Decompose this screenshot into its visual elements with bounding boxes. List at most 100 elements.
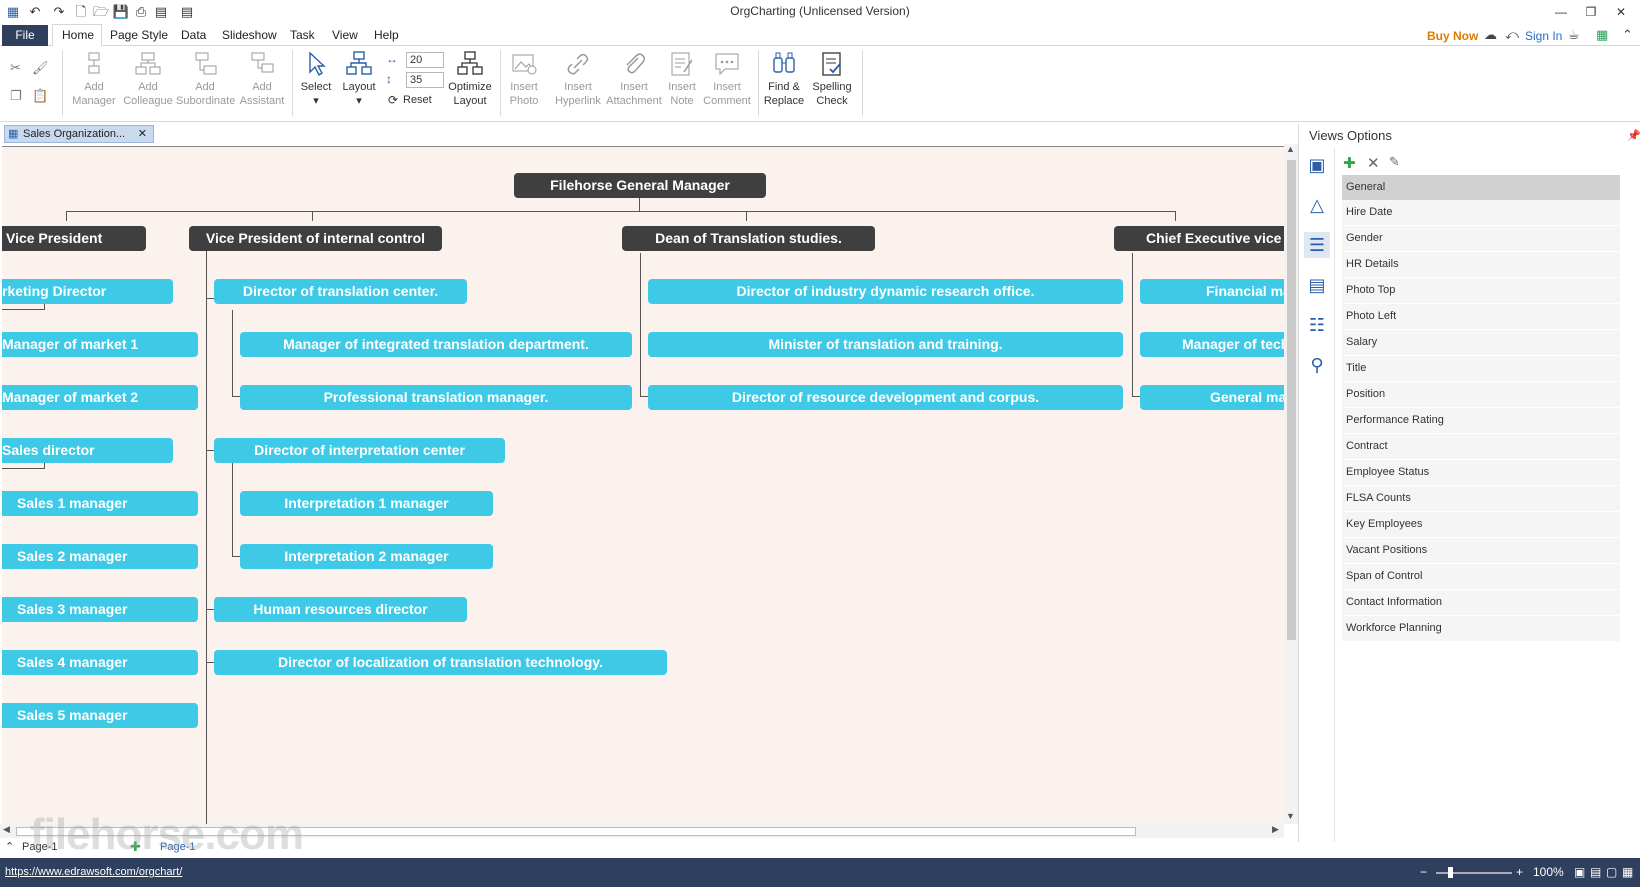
zoom-out-icon[interactable]: − (1420, 865, 1427, 879)
add-view-icon[interactable]: ✚ (1343, 154, 1356, 172)
node-professional-translation-manager[interactable]: Professional translation manager. (240, 385, 632, 410)
views-option-item[interactable]: Span of Control (1342, 564, 1620, 589)
format-painter-icon[interactable]: 🖌 (32, 60, 49, 76)
views-option-item[interactable]: Contract (1342, 434, 1620, 459)
horizontal-spacing-input[interactable]: 20 (406, 52, 444, 68)
menu-home[interactable]: Home (62, 28, 94, 42)
node-dean-translation[interactable]: Dean of Translation studies. (622, 226, 875, 251)
cut-icon[interactable]: ✂ (10, 60, 21, 76)
restore-icon[interactable]: ❐ (1578, 2, 1604, 22)
node-general-manager[interactable]: Filehorse General Manager (514, 173, 766, 198)
find-replace-button[interactable]: Find & Replace (762, 50, 806, 108)
buy-now-link[interactable]: Buy Now (1427, 29, 1478, 43)
grid-view-icon[interactable]: ▦ (1622, 865, 1633, 879)
node-sales-2-manager[interactable]: Sales 2 manager (2, 544, 198, 569)
views-option-item[interactable]: Vacant Positions (1342, 538, 1620, 563)
delete-view-icon[interactable]: ✕ (1367, 154, 1380, 172)
views-option-item[interactable]: Contact Information (1342, 590, 1620, 615)
views-option-item[interactable]: Workforce Planning (1342, 616, 1620, 641)
node-human-resources-director[interactable]: Human resources director (214, 597, 467, 622)
views-option-item[interactable]: Title (1342, 356, 1620, 381)
org-chart-canvas[interactable]: Filehorse General Manager Vice President… (2, 146, 1284, 824)
node-manager-market-1[interactable]: Manager of market 1 (2, 332, 198, 357)
node-sales-director[interactable]: Sales director (2, 438, 173, 463)
views-options-icon[interactable]: ☰ (1304, 232, 1330, 258)
zoom-in-icon[interactable]: + (1516, 865, 1523, 879)
insert-comment-button[interactable]: Insert Comment (702, 50, 752, 108)
collapse-ribbon-icon[interactable]: ⌃ (1622, 27, 1633, 43)
node-vp-internal-control[interactable]: Vice President of internal control (189, 226, 442, 251)
menu-data[interactable]: Data (181, 28, 206, 42)
node-interpretation-1-manager[interactable]: Interpretation 1 manager (240, 491, 493, 516)
node-director-interpretation-center[interactable]: Director of interpretation center (214, 438, 505, 463)
insert-attachment-button[interactable]: Insert Attachment (606, 50, 662, 108)
theme-icon[interactable]: ☕ (1568, 27, 1580, 43)
reset-button[interactable]: Reset (403, 94, 432, 106)
views-option-item[interactable]: Employee Status (1342, 460, 1620, 485)
add-colleague-button[interactable]: Add Colleague (120, 50, 176, 108)
views-option-item[interactable]: Photo Top (1342, 278, 1620, 303)
views-option-item[interactable]: General (1342, 175, 1620, 200)
vertical-scrollbar[interactable]: ▲ ▼ (1284, 144, 1298, 824)
views-option-item[interactable]: Performance Rating (1342, 408, 1620, 433)
views-option-item[interactable]: Key Employees (1342, 512, 1620, 537)
insert-photo-button[interactable]: Insert Photo (504, 50, 544, 108)
views-option-item[interactable]: Photo Left (1342, 304, 1620, 329)
node-director-resource-development[interactable]: Director of resource development and cor… (648, 385, 1123, 410)
apps-icon[interactable]: ▦ (1596, 27, 1608, 43)
sign-in-link[interactable]: Sign In (1525, 29, 1562, 43)
insert-hyperlink-button[interactable]: Insert Hyperlink (552, 50, 604, 108)
menu-page-style[interactable]: Page Style (110, 28, 168, 42)
contact-card-icon[interactable]: ▣ (1304, 152, 1330, 178)
node-minister-translation-training[interactable]: Minister of translation and training. (648, 332, 1123, 357)
views-option-item[interactable]: FLSA Counts (1342, 486, 1620, 511)
node-chief-executive-vice[interactable]: Chief Executive vice (1114, 226, 1284, 251)
document-tab[interactable]: ▦ Sales Organization... ✕ (4, 125, 154, 143)
add-assistant-button[interactable]: Add Assistant (236, 50, 288, 108)
share-icon[interactable]: ⤺ (1505, 27, 1519, 43)
node-interpretation-2-manager[interactable]: Interpretation 2 manager (240, 544, 493, 569)
node-sales-1-manager[interactable]: Sales 1 manager (2, 491, 198, 516)
close-icon[interactable]: ✕ (1608, 2, 1634, 22)
node-general-manager-child[interactable]: General ma (1140, 385, 1284, 410)
collapse-pages-icon[interactable]: ⌃ (5, 840, 14, 853)
menu-file[interactable]: File (2, 25, 48, 46)
minimize-icon[interactable]: — (1548, 2, 1574, 22)
zoom-slider-handle[interactable] (1448, 867, 1453, 878)
full-screen-icon[interactable]: ▢ (1606, 865, 1617, 879)
node-sales-5-manager[interactable]: Sales 5 manager (2, 703, 198, 728)
search-list-icon[interactable]: ⚲ (1304, 352, 1330, 378)
copy-icon[interactable]: ❐ (10, 88, 22, 104)
node-marketing-director[interactable]: rketing Director (2, 279, 173, 304)
node-vice-president[interactable]: Vice President (2, 226, 146, 251)
node-sales-4-manager[interactable]: Sales 4 manager (2, 650, 198, 675)
add-subordinate-button[interactable]: Add Subordinate (176, 50, 235, 108)
views-option-item[interactable]: Salary (1342, 330, 1620, 355)
optimize-layout-button[interactable]: Optimize Layout (446, 50, 494, 108)
views-option-item[interactable]: Position (1342, 382, 1620, 407)
node-manager-integrated-translation[interactable]: Manager of integrated translation depart… (240, 332, 632, 357)
layout-button[interactable]: Layout ▾ (338, 50, 380, 108)
fit-page-icon[interactable]: ▣ (1574, 865, 1585, 879)
edit-view-icon[interactable]: ✎ (1389, 154, 1400, 170)
node-director-localization[interactable]: Director of localization of translation … (214, 650, 667, 675)
paste-icon[interactable]: 📋 (32, 88, 48, 104)
select-button[interactable]: Select ▾ (296, 50, 336, 108)
theme-style-icon[interactable]: △ (1304, 192, 1330, 218)
close-tab-icon[interactable]: ✕ (138, 126, 147, 142)
zoom-level[interactable]: 100% (1533, 865, 1564, 879)
website-link[interactable]: https://www.edrawsoft.com/orgchart/ (5, 866, 182, 878)
cloud-icon[interactable]: ☁ (1484, 27, 1497, 43)
add-manager-button[interactable]: Add Manager (68, 50, 120, 108)
pin-icon[interactable]: 📌 (1627, 129, 1640, 142)
insert-note-button[interactable]: Insert Note (664, 50, 700, 108)
views-option-item[interactable]: Hire Date (1342, 200, 1620, 225)
menu-view[interactable]: View (332, 28, 358, 42)
menu-task[interactable]: Task (290, 28, 315, 42)
scroll-right-icon[interactable]: ▶ (1272, 824, 1279, 835)
node-sales-3-manager[interactable]: Sales 3 manager (2, 597, 198, 622)
calendar-icon[interactable]: ▤ (1304, 272, 1330, 298)
node-manager-market-2[interactable]: Manager of market 2 (2, 385, 198, 410)
tree-structure-icon[interactable]: ☷ (1304, 312, 1330, 338)
scroll-down-icon[interactable]: ▼ (1286, 811, 1295, 821)
